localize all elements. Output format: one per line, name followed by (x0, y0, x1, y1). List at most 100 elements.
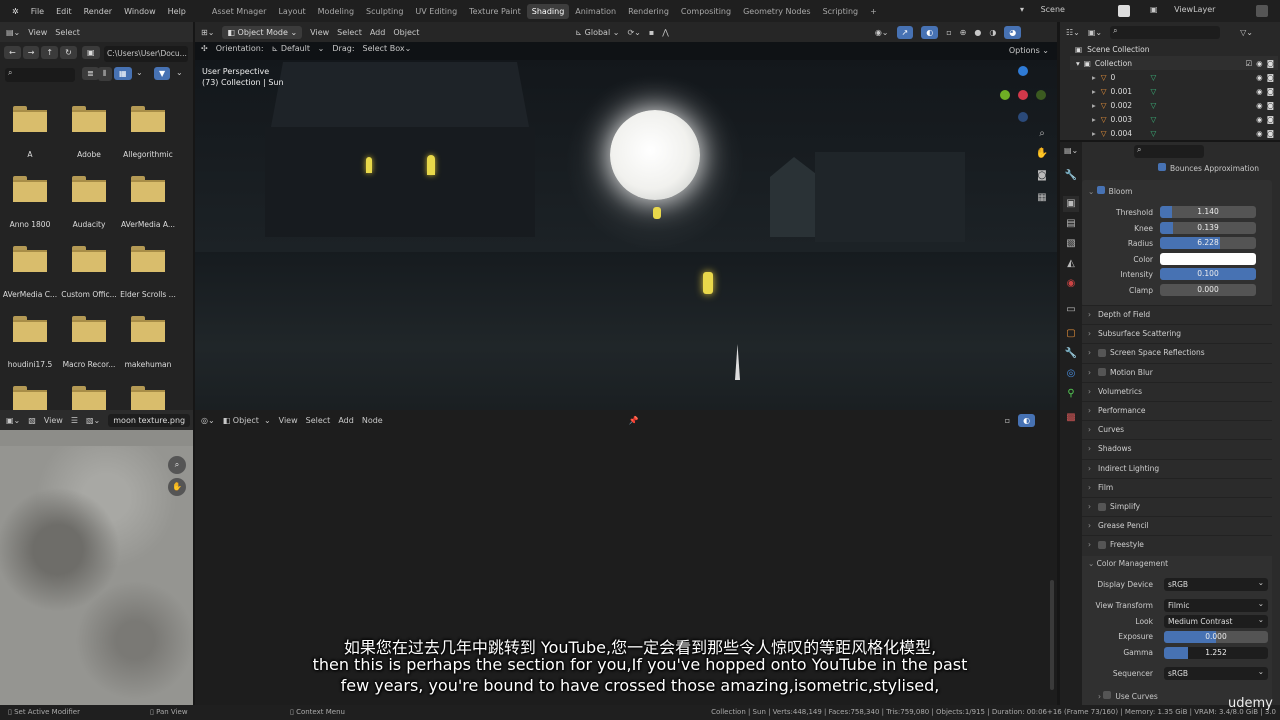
view-mode-icon[interactable]: ▧ (28, 416, 36, 425)
overlay-toggle-icon[interactable]: ◐ (921, 25, 939, 39)
menu-select[interactable]: Select (337, 28, 362, 37)
folder-icon[interactable] (13, 316, 47, 342)
panel-screen-space-reflections[interactable]: › Screen Space Reflections (1082, 343, 1272, 361)
new-view-layer-icon[interactable] (1256, 5, 1268, 17)
scene-selector[interactable]: ▾ Scene (1020, 5, 1120, 18)
navigation-gizmo[interactable] (1000, 66, 1050, 124)
tab-rendering[interactable]: Rendering (622, 7, 675, 16)
tab-animation[interactable]: Animation (569, 7, 622, 16)
mode-selector[interactable]: ◧ Object Mode ⌄ (222, 25, 303, 39)
shader-type-dropdown[interactable]: ◧ Object ⌄ (223, 416, 271, 425)
outliner-scene-collection[interactable]: ▣ Scene Collection (1070, 42, 1278, 56)
folder-icon[interactable] (13, 246, 47, 272)
bloom-checkbox[interactable] (1096, 186, 1105, 194)
proportional-edit-icon[interactable]: ⋀ (662, 28, 669, 37)
folder-icon[interactable] (72, 246, 106, 272)
tab-scripting[interactable]: Scripting (817, 7, 865, 16)
bloom-header[interactable]: ⌄ Bloom (1088, 186, 1132, 196)
pin-icon[interactable]: 📌 (629, 416, 639, 425)
outliner-item[interactable]: ▸ ▽ 0 ▽ ◉◙ (1070, 70, 1278, 84)
new-folder-icon[interactable]: ▣ (82, 46, 100, 59)
checkbox[interactable] (1098, 540, 1106, 549)
menu-file[interactable]: File (25, 7, 50, 16)
xray-icon[interactable]: ▫ (946, 28, 951, 37)
world-tab-icon[interactable]: ◉ (1063, 276, 1079, 292)
look-dropdown[interactable]: Medium Contrast (1164, 613, 1268, 628)
bloom-radius-field[interactable]: 6.228 (1160, 237, 1256, 250)
hand-icon[interactable]: ✋ (168, 478, 186, 496)
tool-tab-icon[interactable]: 🔧 (1063, 168, 1079, 184)
panel-indirect-lighting[interactable]: › Indirect Lighting (1082, 458, 1272, 477)
checkbox[interactable] (1098, 368, 1106, 377)
panel-volumetrics[interactable]: › Volumetrics (1082, 381, 1272, 400)
folder-icon[interactable] (72, 386, 106, 412)
display-device-dropdown[interactable]: sRGB (1164, 576, 1268, 591)
bloom-threshold-field[interactable]: 1.140 (1160, 206, 1256, 218)
add-workspace-button[interactable]: + (864, 7, 883, 16)
rendered-shading-icon[interactable]: ◕ (1004, 25, 1022, 39)
back-icon[interactable]: ← (4, 46, 21, 59)
folder-icon[interactable] (13, 386, 47, 412)
tab-shading[interactable]: Shading (526, 3, 570, 19)
bounces-approximation-checkbox[interactable]: Bounces Approximation (1158, 163, 1259, 173)
folder-icon[interactable] (131, 386, 165, 412)
image-name-field[interactable]: moon texture.png (108, 413, 191, 427)
forward-icon[interactable]: → (22, 46, 40, 59)
panel-grease-pencil[interactable]: › Grease Pencil (1082, 516, 1272, 534)
menu-add[interactable]: Add (338, 416, 354, 425)
menu-object[interactable]: Object (393, 28, 419, 37)
editor-type-icon[interactable]: ▣⌄ (6, 416, 20, 425)
panel-shadows[interactable]: › Shadows (1082, 439, 1272, 457)
editor-type-icon[interactable]: ◎⌄ (201, 416, 215, 425)
panel-freestyle[interactable]: › Freestyle (1082, 535, 1272, 553)
gizmo-toggle-icon[interactable]: ↗ (896, 25, 914, 39)
tab-modeling[interactable]: Modeling (312, 7, 360, 16)
snap-icon[interactable]: ▪ (649, 28, 654, 37)
folder-name[interactable]: Custom Offic... (58, 290, 120, 299)
image-browse-icon[interactable]: ▧⌄ (86, 416, 100, 425)
folder-icon[interactable] (13, 106, 47, 132)
menu-render[interactable]: Render (78, 7, 118, 16)
color-management-header[interactable]: ⌄ Color Management (1088, 559, 1168, 568)
zoom-icon[interactable]: ⌕ (168, 456, 186, 474)
folder-name[interactable]: AVerMedia A... (117, 220, 179, 229)
menu-view[interactable]: View (310, 28, 329, 37)
thumbnails-icon[interactable]: ▦ (114, 67, 132, 80)
bloom-knee-field[interactable]: 0.139 (1160, 221, 1256, 234)
menu-help[interactable]: Help (162, 7, 192, 16)
physics-tab-icon[interactable]: ◎ (1063, 366, 1079, 382)
visibility-toggles[interactable]: ☑◉◙ (1245, 59, 1278, 68)
drag-dropdown[interactable]: Select Box⌄ (363, 44, 412, 53)
view-layer-tab-icon[interactable]: ▧ (1063, 236, 1079, 252)
neg-y-axis-icon[interactable] (1036, 90, 1046, 100)
material-shading-icon[interactable]: ◑ (989, 28, 996, 37)
editor-type-icon[interactable]: ▤⌄ (1064, 146, 1078, 155)
editor-type-icon[interactable]: ▤⌄ (6, 28, 20, 37)
view-layer-selector[interactable]: ▣ ViewLayer (1150, 5, 1250, 18)
zoom-icon[interactable]: ⌕ (1034, 126, 1050, 142)
panel-motion-blur[interactable]: › Motion Blur (1082, 362, 1272, 381)
menu-view[interactable]: View (44, 416, 63, 425)
wireframe-shading-icon[interactable]: ⊕ (960, 28, 967, 37)
outliner-item[interactable]: ▸ ▽ 0.001 ▽ ◉◙ (1070, 84, 1278, 98)
hand-icon[interactable]: ✋ (1034, 146, 1050, 162)
snap-icon[interactable]: ▫ (1005, 416, 1010, 425)
render-tab-icon[interactable]: ▣ (1063, 196, 1079, 212)
object-tab-icon[interactable]: ▢ (1063, 326, 1079, 342)
visibility-icon[interactable]: ◉⌄ (875, 28, 889, 37)
folder-name[interactable]: Adobe (58, 150, 120, 159)
tab-sculpting[interactable]: Sculpting (360, 7, 409, 16)
path-field[interactable]: C:\Users\User\Docu... (104, 46, 188, 62)
overlay-icon[interactable]: ◐ (1018, 413, 1036, 427)
solid-shading-icon[interactable]: ● (974, 28, 981, 37)
menu-add[interactable]: Add (370, 28, 386, 37)
folder-name[interactable]: Macro Recor... (58, 360, 120, 369)
x-axis-icon[interactable] (1018, 90, 1028, 100)
folder-icon[interactable] (131, 106, 165, 132)
display-options-chevron-icon[interactable]: ⌄ (136, 68, 143, 77)
scene-tab-icon[interactable]: ◭ (1063, 256, 1079, 272)
filter-options-chevron-icon[interactable]: ⌄ (176, 68, 183, 77)
object-data-tab-icon[interactable]: ⚲ (1063, 386, 1079, 402)
horizontal-list-icon[interactable]: ⦀ (98, 67, 112, 81)
pivot-icon[interactable]: ⟳⌄ (627, 28, 640, 37)
